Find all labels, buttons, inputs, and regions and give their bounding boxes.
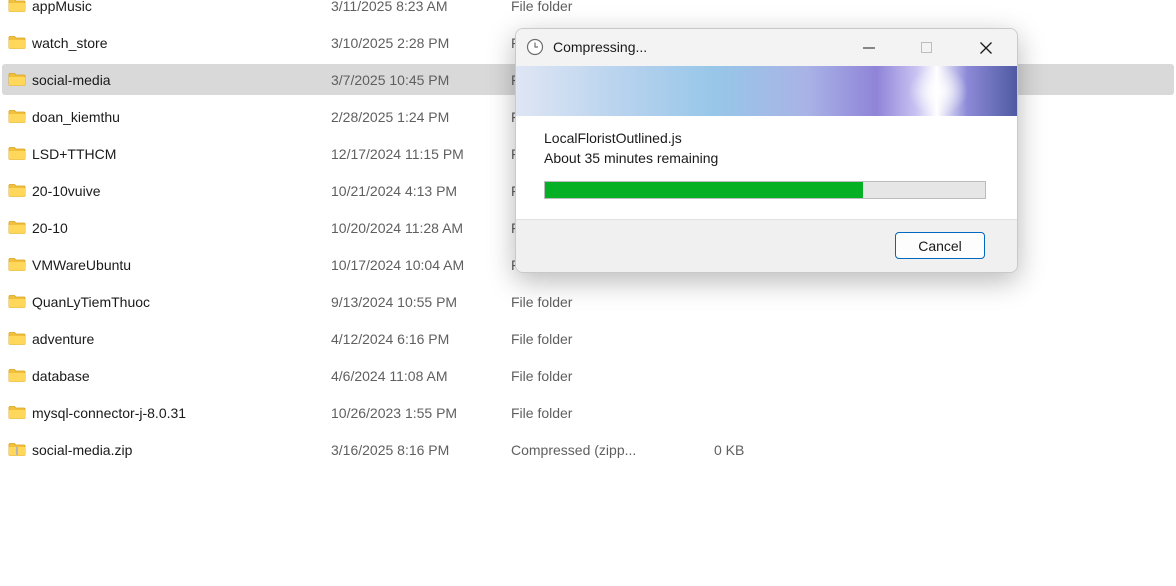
close-icon — [980, 41, 992, 54]
file-name: social-media.zip — [32, 441, 133, 458]
maximize-icon — [921, 41, 932, 53]
minimize-icon — [863, 46, 875, 49]
file-date: 10/20/2024 11:28 AM — [331, 219, 464, 236]
compressing-dialog: Compressing... LocalFloristOutlined.js A… — [515, 28, 1018, 273]
file-date: 4/6/2024 11:08 AM — [331, 367, 448, 384]
file-name: watch_store — [32, 34, 108, 51]
file-name: 20-10 — [32, 219, 68, 236]
file-row[interactable]: social-media.zip 3/16/2025 8:16 PM Compres… — [2, 434, 1174, 465]
file-row[interactable]: appMusic 3/11/2025 8:23 AM File folder — [2, 0, 1174, 21]
folder-icon — [8, 73, 26, 86]
folder-icon — [8, 147, 26, 160]
file-date: 12/17/2024 11:15 PM — [331, 145, 464, 162]
folder-icon — [8, 36, 26, 49]
folder-icon — [8, 221, 26, 234]
close-button[interactable] — [957, 29, 1015, 66]
maximize-button — [898, 29, 956, 66]
file-size: 0 KB — [714, 441, 745, 458]
minimize-button[interactable] — [840, 29, 898, 66]
banner-glow — [908, 66, 968, 116]
file-date: 10/21/2024 4:13 PM — [331, 182, 458, 199]
file-date: 2/28/2025 1:24 PM — [331, 108, 450, 125]
folder-icon — [8, 110, 26, 123]
clock-icon — [526, 38, 544, 56]
file-name: VMWareUbuntu — [32, 256, 132, 273]
file-row[interactable]: adventure 4/12/2024 6:16 PM File folder — [2, 323, 1174, 354]
time-remaining: About 35 minutes remaining — [544, 150, 719, 166]
file-date: 3/16/2025 8:16 PM — [331, 441, 450, 458]
file-date: 4/12/2024 6:16 PM — [331, 330, 450, 347]
progress-bar-fill — [545, 182, 864, 198]
file-date: 10/17/2024 10:04 AM — [331, 256, 465, 273]
folder-icon — [8, 295, 26, 308]
file-type: File folder — [511, 330, 573, 347]
file-date: 10/26/2023 1:55 PM — [331, 404, 458, 421]
file-date: 3/10/2025 2:28 PM — [331, 34, 450, 51]
file-name: mysql-connector-j-8.0.31 — [32, 404, 187, 421]
file-name: 20-10vuive — [32, 182, 101, 199]
folder-icon — [8, 258, 26, 271]
folder-icon — [8, 369, 26, 382]
file-date: 3/11/2025 8:23 AM — [331, 0, 448, 14]
file-name: QuanLyTiemThuoc — [32, 293, 151, 310]
file-name: appMusic — [32, 0, 92, 14]
file-name: social-media — [32, 71, 111, 88]
file-type: File folder — [511, 0, 573, 14]
file-type: Compressed (zipp... — [511, 441, 637, 458]
dialog-footer: Cancel — [516, 219, 1017, 272]
file-type: File folder — [511, 293, 573, 310]
folder-icon — [8, 184, 26, 197]
file-row[interactable]: mysql-connector-j-8.0.31 10/26/2023 1:55 … — [2, 397, 1174, 428]
cancel-button[interactable]: Cancel — [895, 232, 985, 259]
file-type: File folder — [511, 404, 573, 421]
progress-bar — [544, 181, 986, 199]
dialog-title: Compressing... — [553, 39, 648, 55]
file-date: 3/7/2025 10:45 PM — [331, 71, 450, 88]
file-name: adventure — [32, 330, 95, 347]
folder-icon — [8, 332, 26, 345]
file-name: doan_kiemthu — [32, 108, 120, 125]
file-row[interactable]: QuanLyTiemThuoc 9/13/2024 10:55 PM File fo… — [2, 286, 1174, 317]
file-name: database — [32, 367, 90, 384]
current-file-name: LocalFloristOutlined.js — [544, 130, 682, 146]
file-name: LSD+TTHCM — [32, 145, 117, 162]
file-row[interactable]: database 4/6/2024 11:08 AM File folder — [2, 360, 1174, 391]
folder-icon — [8, 0, 26, 12]
file-type: File folder — [511, 367, 573, 384]
dialog-banner — [516, 66, 1017, 116]
dialog-titlebar[interactable]: Compressing... — [516, 29, 1017, 66]
zip-folder-icon — [8, 443, 26, 456]
file-date: 9/13/2024 10:55 PM — [331, 293, 458, 310]
folder-icon — [8, 406, 26, 419]
